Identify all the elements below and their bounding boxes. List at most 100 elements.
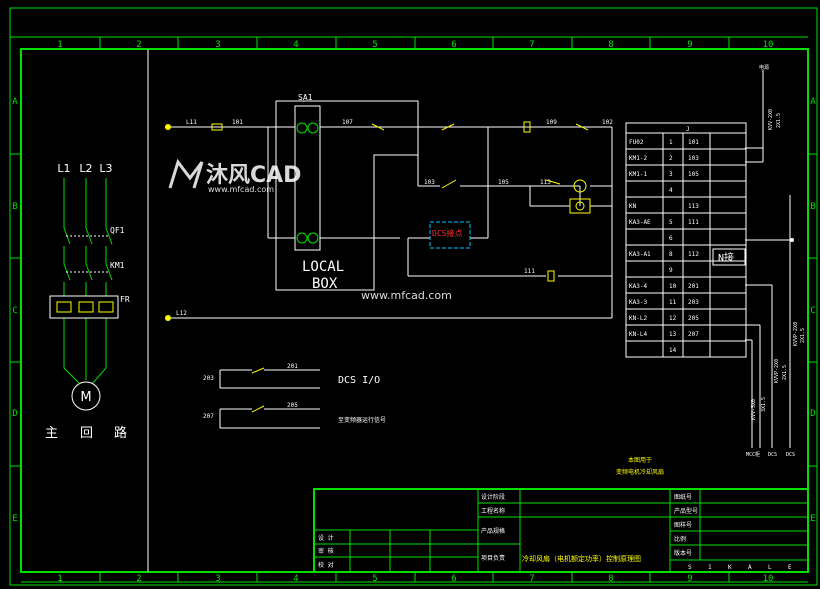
wire-207: 207 [203,413,214,420]
row-label-e-right: E [810,514,815,524]
schematic-canvas: 1 2 3 4 5 6 7 8 9 10 1 2 3 4 5 6 7 8 9 1… [9,7,818,586]
thermal-relay [49,295,119,319]
wire-107: 107 [342,119,353,126]
wire-l11: L11 [186,119,197,126]
terminal-block: J FU02 1 101 KM1-2 2 103 KM1-1 3 105 4 KN 113 KA3-AE 5… [625,122,747,358]
col-label-1: 1 [57,40,62,50]
wire-101: 101 [232,119,243,126]
dcs-contact-label: DCS接点 [432,228,462,238]
terminal-wire: 103 [688,155,699,162]
tb-right-1: 图纸号 [674,493,692,501]
wire-203: 203 [203,375,214,382]
row-label-c-right: C [810,306,815,316]
wire-201: 201 [287,363,298,370]
tb-cell-4: A [748,564,752,571]
relay-label: FR [120,295,130,304]
terminal-wire: 201 [688,283,699,290]
phase-l1-label: L1 [57,162,70,175]
tb-cell-3: K [728,564,732,571]
main-circuit: L1 L2 L3 M QF1 KM1 FR 主 回 路 [45,162,130,441]
terminal-number: 14 [669,347,677,354]
tb-mid-2: 工程名称 [481,507,505,515]
tb-right-3: 图样号 [674,521,692,529]
tb-right-2: 产品型号 [674,507,698,515]
control-circuit: SA1 LOCAL BOX DCS接点 L11 101 107 109 102 … [165,93,664,476]
col-label-3: 3 [215,40,220,50]
cable-dest-2: DCS [768,452,777,458]
col-label-2: 2 [136,40,141,50]
wire-l12: L12 [176,310,187,317]
terminal-wire: 112 [688,251,699,258]
terminal-number: 3 [669,171,673,178]
terminal-number: 12 [669,315,677,322]
phase-l3-label: L3 [99,162,112,175]
row-label-a: A [12,97,18,107]
terminal-wire: 207 [688,331,699,338]
tb-cell-1: S [688,564,692,571]
main-title-char-3: 路 [114,425,127,441]
cable-1-label: KVV-2X0 [768,109,774,130]
watermark-logo-icon [168,158,204,189]
col-label-4-bottom: 4 [293,574,298,584]
terminal-wire: 205 [688,315,699,322]
cable-2-label: KVVP-2X0 [774,359,780,383]
tb-mid-4: 项目负责 [481,554,505,562]
row-label-a-right: A [810,97,816,107]
terminal-wire: 111 [688,219,699,226]
col-label-9-bottom: 9 [687,574,692,584]
terminal-name: KA3-3 [629,299,647,306]
col-label-5: 5 [372,40,377,50]
note-motor-2: 变频电机冷却风扇 [616,468,664,476]
wire-113: 113 [540,179,551,186]
terminal-wire: 101 [688,139,699,146]
terminal-name: KM1-1 [629,171,647,178]
terminal-wire: 113 [688,203,699,210]
wire-109: 109 [546,119,557,126]
terminal-name: KN [629,203,637,210]
tb-check: 校 对 [318,561,334,569]
terminal-number: 4 [669,187,673,194]
terminal-name: KM1-2 [629,155,647,162]
cable-4-spec: 3X1.5 [761,397,767,412]
col-label-9: 9 [687,40,692,50]
wire-102: 102 [602,119,613,126]
tb-right-5: 版本号 [674,549,692,557]
tb-design: 设 计 [318,534,334,542]
tb-right-4: 比例 [674,535,686,543]
row-label-e: E [12,514,17,524]
tb-cell-5: L [768,564,772,571]
cable-dest-1: MCC柜 [746,451,760,458]
dcs-io-label: DCS I/O [338,375,380,386]
col-label-7-bottom: 7 [529,574,534,584]
wire-105: 105 [498,179,509,186]
tb-cell-6: E [788,564,792,571]
terminal-number: 5 [669,219,673,226]
col-label-6: 6 [451,40,456,50]
local-label: LOCAL [302,259,344,275]
tb-mid-3: 产品规格 [481,527,505,535]
col-label-2-bottom: 2 [136,574,141,584]
cable-dest-3: DCS [786,452,795,458]
col-label-6-bottom: 6 [451,574,456,584]
wire-111: 111 [524,268,535,275]
col-label-10-bottom: 10 [763,574,774,584]
terminal-number: 8 [669,251,673,258]
motor-label: M [80,390,91,405]
terminal-number: 6 [669,235,673,242]
terminal-name: KA3-A1 [629,251,651,258]
terminal-header: J [686,126,690,133]
contactor-label: KM1 [110,261,125,270]
terminal-wire: 203 [688,299,699,306]
note-text: 至变频器运行信号 [338,416,386,424]
cable-3-label: KVVP-2X0 [793,322,799,346]
drawing-name: 冷却风扇（电机额定功率）控制原理图 [522,554,641,563]
terminal-number: 10 [669,283,677,290]
terminal-number: 11 [669,299,677,306]
breaker-label: QF1 [110,226,125,235]
box-label: BOX [312,276,338,292]
cable-1-spec: 2X1.5 [776,113,782,128]
terminal-name: KA3-4 [629,283,647,290]
col-label-8-bottom: 8 [608,574,613,584]
row-label-d: D [12,409,17,419]
n-connection-label: N接 [718,251,734,264]
